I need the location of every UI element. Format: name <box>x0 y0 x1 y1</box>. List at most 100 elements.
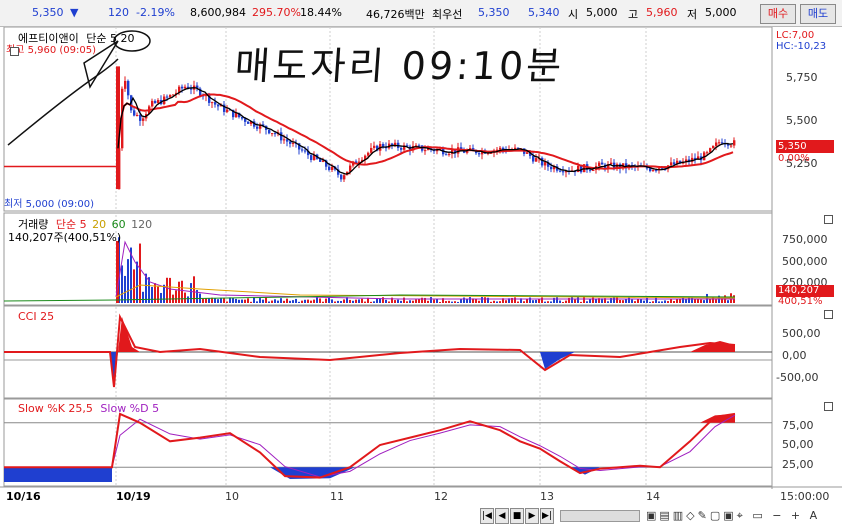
candle-body <box>283 139 286 141</box>
volume-bar <box>355 299 357 303</box>
grid-icon[interactable] <box>10 47 19 56</box>
volume-bar <box>364 301 366 303</box>
panel-close-icon[interactable] <box>824 402 833 411</box>
candle-body <box>598 162 601 166</box>
sell-button[interactable]: 매도 <box>800 4 836 24</box>
price-change-pct: -2.19% <box>136 6 175 19</box>
current-price-pct: 0.00% <box>778 153 810 164</box>
candle-body <box>649 168 652 172</box>
volume-bar <box>373 301 375 303</box>
ask-price: 5,350 <box>478 6 510 19</box>
volume-bar <box>235 298 237 303</box>
scroll-first-button[interactable]: |◀ <box>480 508 494 524</box>
stoch-axis-tick: 25,00 <box>782 458 814 471</box>
change-arrow-icon: ▼ <box>70 6 79 19</box>
volume-bar <box>559 300 561 303</box>
volume-bar <box>226 301 228 303</box>
candle-body <box>424 150 427 152</box>
candle-body <box>715 142 718 146</box>
volume-bar <box>256 301 258 303</box>
volume-bar <box>133 269 135 303</box>
volume-bar <box>652 301 654 303</box>
volume-bar <box>190 283 192 303</box>
volume-bar <box>409 300 411 303</box>
volume-bar <box>241 299 243 303</box>
candle-body <box>709 148 712 153</box>
current-price-tag: 5,350 <box>776 140 834 153</box>
open-label: 시 <box>568 8 579 21</box>
candle-body <box>274 133 277 135</box>
volume-bar <box>259 298 261 303</box>
cci-legend: CCI 25 <box>18 310 55 323</box>
high-price: 5,960 <box>646 6 678 19</box>
candle-body <box>532 155 535 162</box>
volume-bar <box>400 300 402 303</box>
candle-body <box>343 175 346 180</box>
volume-bar <box>574 299 576 303</box>
volume-bar <box>304 299 306 303</box>
volume-bar <box>655 297 657 303</box>
candle-body <box>217 104 220 107</box>
volume-bar <box>565 300 567 303</box>
scroll-next-button[interactable]: ▶ <box>525 508 539 524</box>
candle-body <box>478 153 481 155</box>
volume-bar <box>310 300 312 303</box>
chart-tool-icons[interactable]: ▣▤▥◇✎▢▣⌖ ▭ − + A <box>646 509 820 523</box>
volume-bar <box>343 299 345 303</box>
volume-bar <box>577 297 579 303</box>
candle-body <box>301 149 304 151</box>
buy-button[interactable]: 매수 <box>760 4 796 24</box>
price-axis-tick: 5,500 <box>786 114 818 127</box>
chart-canvas[interactable] <box>0 27 842 531</box>
candle-body <box>370 147 373 153</box>
volume-bar <box>313 299 315 303</box>
candle-body <box>133 110 136 116</box>
price-change: 120 <box>108 6 129 19</box>
candle-body <box>541 157 544 166</box>
volume-bar <box>457 301 459 303</box>
turnover-ratio: 18.44% <box>300 6 342 19</box>
scroll-track[interactable] <box>560 510 640 522</box>
stoch-k-legend: Slow %K 25,5 <box>18 402 93 415</box>
scroll-prev-button[interactable]: ◀ <box>495 508 509 524</box>
volume-value-label: 140,207주(400,51%) <box>8 231 122 244</box>
quote-bar: 5,350 ▼ 120 -2.19% 8,600,984 295.70% 18.… <box>0 0 842 27</box>
volume-bar <box>139 243 141 303</box>
volume-bar <box>301 300 303 303</box>
volume-bar <box>352 300 354 303</box>
volume-ratio: 295.70% <box>252 6 301 19</box>
chart-scrollbar[interactable]: |◀ ◀ ■ ▶ ▶| ▣▤▥◇✎▢▣⌖ ▭ − + A <box>400 508 842 527</box>
bid-price: 5,340 <box>528 6 560 19</box>
scroll-stop-button[interactable]: ■ <box>510 508 524 524</box>
candle-body <box>127 80 130 96</box>
volume-bar <box>349 299 351 303</box>
stoch-axis-tick: 50,00 <box>782 438 814 451</box>
candle-body <box>733 140 736 146</box>
volume-bar <box>529 297 531 303</box>
candle-body <box>328 166 331 170</box>
low-marker-label: 최저 5,000 (09:00) <box>4 199 95 210</box>
volume-bar <box>649 301 651 303</box>
volume-bar <box>121 265 123 303</box>
panel-close-icon[interactable] <box>824 215 833 224</box>
volume-bar <box>469 297 471 303</box>
volume-bar <box>433 299 435 303</box>
volume-bar <box>175 290 177 303</box>
chart-area[interactable]: 에프티이앤이 단순 5 20 최고 5,960 (09:05) 최저 5,000… <box>0 27 842 531</box>
candle-body <box>589 169 592 171</box>
volume-bar <box>580 301 582 303</box>
x-axis-hour: 11 <box>330 490 344 503</box>
handwritten-annotation: 매도자리 09:10분 <box>233 44 566 88</box>
volume-bar <box>715 299 717 303</box>
scroll-last-button[interactable]: ▶| <box>540 508 554 524</box>
candle-body <box>445 154 448 156</box>
volume-bar <box>382 297 384 303</box>
candle-body <box>373 145 376 148</box>
volume-bar <box>385 299 387 303</box>
volume-bar <box>208 298 210 303</box>
candle-body <box>292 142 295 144</box>
volume-axis-tick: 750,000 <box>782 233 828 246</box>
volume-bar <box>562 301 564 303</box>
candle-body <box>706 152 709 154</box>
panel-close-icon[interactable] <box>824 310 833 319</box>
